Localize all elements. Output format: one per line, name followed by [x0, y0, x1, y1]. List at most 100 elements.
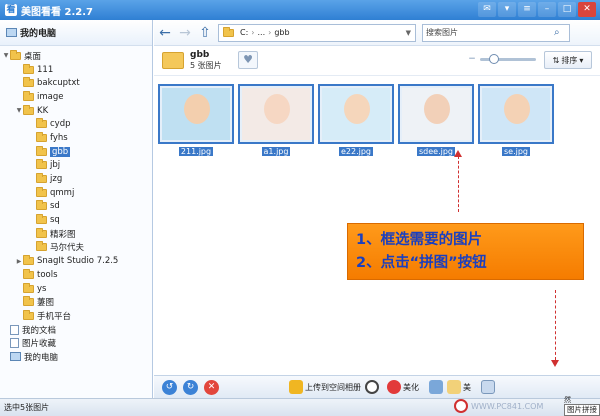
pc-icon	[10, 352, 21, 362]
thumbnail[interactable]: a1.jpg	[238, 84, 314, 158]
forward-icon[interactable]: →	[178, 25, 192, 41]
sidebar-header[interactable]: 我的电脑	[0, 20, 152, 46]
tree-item[interactable]: qmmj	[0, 186, 152, 200]
rotate-right-icon[interactable]: ↻	[183, 379, 198, 395]
tree-item-label: tools	[37, 269, 58, 280]
folder-icon	[162, 52, 184, 69]
tree-item[interactable]: 手机平台	[0, 309, 152, 323]
thumbnail-filename: 211.jpg	[178, 147, 214, 156]
thumbnail-photo	[322, 88, 390, 140]
tree-item[interactable]: fyhs	[0, 131, 152, 145]
folder-icon	[36, 214, 47, 225]
baby-face	[344, 94, 370, 124]
thumbnail-frame	[318, 84, 394, 144]
tree-item-label: ys	[37, 283, 47, 294]
folder-icon	[23, 268, 34, 279]
chevron-down-icon[interactable]: ▼	[406, 29, 411, 37]
tree-item[interactable]: 111	[0, 63, 152, 77]
menu-icon[interactable]: ≡	[518, 2, 536, 17]
tree-item[interactable]: sd	[0, 200, 152, 214]
zoom-out-icon[interactable]: −	[465, 54, 479, 64]
zoom-slider-handle[interactable]	[489, 54, 499, 64]
window-controls: ✉ ▾ ≡ – □ ✕	[478, 2, 596, 17]
tree-item[interactable]: 我的文档	[0, 323, 152, 337]
tree-item[interactable]: bakcuptxt	[0, 76, 152, 90]
thumbnail-filename: a1.jpg	[261, 147, 291, 156]
beautify-button[interactable]: 美化	[387, 380, 419, 394]
tree-item-label: sq	[50, 215, 60, 226]
expand-toggle-icon[interactable]: ▼	[15, 107, 23, 114]
edit-button[interactable]: 美	[447, 380, 471, 394]
path-separator-icon: ›	[268, 28, 272, 37]
baby-face	[184, 94, 210, 124]
tree-item-label: sd	[50, 201, 60, 212]
path-drive[interactable]: C:	[240, 28, 248, 37]
watermark: WWW.PC841.COM	[454, 397, 566, 415]
upload-album-button[interactable]: 上传到空间相册	[289, 380, 361, 394]
tree-item[interactable]: 图片收藏	[0, 336, 152, 350]
thumbnail[interactable]: sdee.jpg	[398, 84, 474, 158]
thumbnail[interactable]: se.jpg	[478, 84, 554, 158]
tree-item[interactable]: tools	[0, 268, 152, 282]
up-folder-icon[interactable]: ⇧	[198, 25, 212, 41]
puzzle-button[interactable]	[481, 380, 495, 394]
close-icon[interactable]: ✕	[578, 2, 596, 17]
folder-icon	[23, 282, 34, 293]
watermark-logo-icon	[454, 399, 468, 413]
sort-button[interactable]: ⇅ 排序 ▾	[544, 51, 592, 69]
tree-item[interactable]: ▼ KK	[0, 104, 152, 118]
tree-item[interactable]: 马尔代夫	[0, 241, 152, 255]
path-ellipsis[interactable]: ...	[257, 28, 265, 37]
tree-item[interactable]: gbb	[0, 145, 152, 159]
folder-icon	[36, 173, 47, 184]
beautify-label: 美化	[403, 382, 419, 392]
path-current[interactable]: gbb	[274, 28, 289, 37]
search-input[interactable]	[426, 28, 554, 37]
expand-toggle-icon[interactable]: ▼	[2, 52, 10, 59]
back-icon[interactable]: ←	[158, 25, 172, 41]
thumbnail-filename: e22.jpg	[338, 147, 374, 156]
folder-tree: ▼ 桌面 111 bakcuptxt image ▼ KK cydp fyhs gbb jbj jzg…	[0, 46, 152, 364]
mail-icon[interactable]: ✉	[478, 2, 496, 17]
tree-item[interactable]: 萋图	[0, 295, 152, 309]
expand-toggle-icon[interactable]: ▶	[15, 258, 23, 265]
edit-label: 美	[463, 382, 471, 392]
arrow-down-icon	[551, 360, 559, 367]
thumbnail-frame	[478, 84, 554, 144]
maximize-icon[interactable]: □	[558, 2, 576, 17]
zoom-slider[interactable]	[480, 54, 536, 64]
tree-item[interactable]: ▶ SnagIt Studio 7.2.5	[0, 254, 152, 268]
rotate-left-icon[interactable]: ↺	[162, 379, 177, 395]
tree-item[interactable]: image	[0, 90, 152, 104]
tree-item-label: 我的电脑	[24, 352, 59, 363]
sort-icon: ⇅	[552, 55, 560, 65]
tree-item[interactable]: jzg	[0, 172, 152, 186]
tree-item[interactable]: 精彩图	[0, 227, 152, 241]
thumbnail-caption: a1.jpg	[238, 147, 314, 157]
favorite-heart-icon[interactable]: ♥	[238, 51, 258, 69]
tree-item[interactable]: jbj	[0, 159, 152, 173]
upload-star-icon	[289, 380, 303, 394]
tree-item[interactable]: ▼ 桌面	[0, 49, 152, 63]
tree-item[interactable]: 我的电脑	[0, 350, 152, 364]
thumbnail[interactable]: e22.jpg	[318, 84, 394, 158]
tree-item-label: 111	[37, 64, 54, 75]
search-icon[interactable]: ⌕	[554, 27, 560, 38]
folder-icon	[36, 131, 47, 142]
doc-icon	[10, 324, 19, 335]
tree-item[interactable]: cydp	[0, 117, 152, 131]
screen-button[interactable]	[429, 380, 443, 394]
thumbnail[interactable]: 211.jpg	[158, 84, 234, 158]
callout-line-1: 1、框选需要的图片	[356, 232, 483, 248]
tree-item[interactable]: sq	[0, 213, 152, 227]
tree-item-label: 图片收藏	[22, 339, 57, 350]
tree-item[interactable]: ys	[0, 282, 152, 296]
watermark-text: WWW.PC841.COM	[471, 401, 544, 411]
path-bar[interactable]: C: › ... › gbb ▼	[218, 23, 416, 42]
folder-icon	[10, 49, 21, 60]
weibo-button[interactable]	[365, 380, 379, 394]
tree-item-label: image	[37, 91, 64, 102]
shirt-icon[interactable]: ▾	[498, 2, 516, 17]
minimize-icon[interactable]: –	[538, 2, 556, 17]
delete-icon[interactable]: ✕	[204, 379, 219, 395]
